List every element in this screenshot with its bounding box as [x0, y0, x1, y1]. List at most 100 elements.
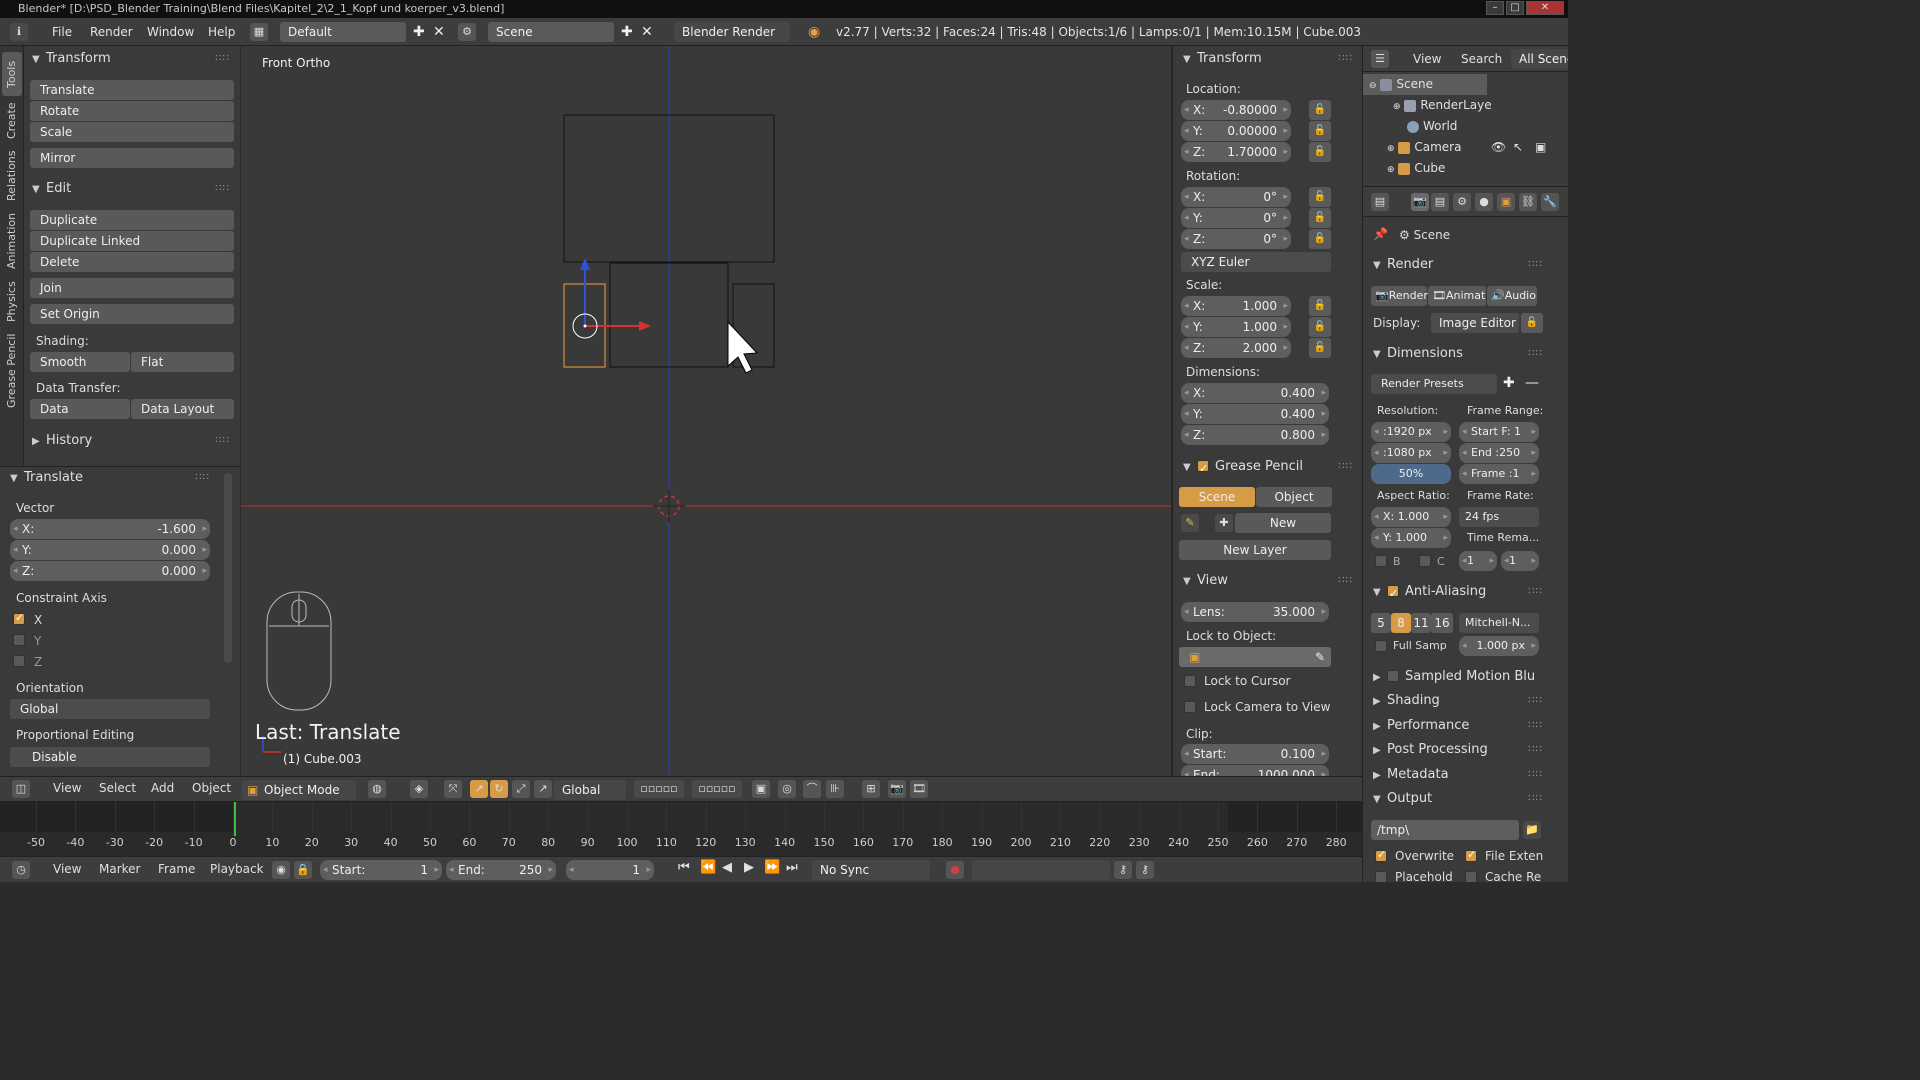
tab-create[interactable]: Create — [2, 98, 22, 144]
record-icon[interactable]: ● — [946, 861, 964, 879]
layers-group-2-icon[interactable]: ▫▫▫▫▫ — [692, 780, 742, 798]
location-x-lock-icon[interactable]: 🔓 — [1309, 100, 1331, 120]
jump-start-icon[interactable]: ⏮ — [678, 860, 690, 875]
scale-z-lock-icon[interactable]: 🔓 — [1309, 338, 1331, 358]
opengl-render-icon[interactable]: ⊞ — [862, 780, 880, 798]
lens-field[interactable]: ◂ Lens: 35.000 ▸ — [1181, 602, 1329, 622]
vector-y-field[interactable]: ◂ Y: 0.000 ▸ — [10, 540, 210, 560]
render-button[interactable]: 📷Render — [1371, 286, 1428, 306]
gp-new-button[interactable]: New — [1235, 513, 1331, 533]
mirror-button[interactable]: Mirror — [30, 148, 234, 168]
frame-end-field[interactable]: ◂ End :250 ▸ — [1459, 443, 1539, 463]
render-still-icon[interactable]: 📷 — [888, 780, 906, 798]
location-x-field[interactable]: ◂ X: -0.80000 ▸ — [1181, 100, 1291, 120]
outliner-row-world[interactable]: World — [1363, 116, 1568, 137]
border-checkbox[interactable] — [1375, 555, 1387, 567]
add-scene-icon[interactable]: ✚ — [621, 22, 633, 42]
aa-filter-size-field[interactable]: ◂ 1.000 px ▸ — [1459, 636, 1539, 656]
current-frame-line[interactable] — [234, 802, 236, 836]
play-icon[interactable]: ▶ — [744, 860, 754, 875]
time-old-field[interactable]: ◂ 1 ▸ — [1459, 551, 1497, 571]
translate-manipulator-icon[interactable]: ↗ — [470, 780, 488, 798]
menu-file[interactable]: File — [52, 25, 72, 39]
transform-orientation-select[interactable]: Global — [554, 780, 626, 800]
layers-group-1-icon[interactable]: ▫▫▫▫▫ — [634, 780, 684, 798]
outliner-editor-icon[interactable]: ☰ — [1371, 50, 1389, 68]
gp-object-button[interactable]: Object — [1256, 487, 1332, 507]
snap-icon[interactable]: ⌒ — [803, 780, 821, 798]
resolution-percent-slider[interactable]: 50% — [1371, 464, 1451, 484]
rotate-manipulator-icon[interactable]: ↻ — [490, 780, 508, 798]
transform-panel-header[interactable]: ▼ Transform ∷∷ — [28, 48, 236, 70]
3d-viewport[interactable]: Front Ortho Last: Translate (1) Cube.003 — [241, 46, 1171, 776]
aa-8-button[interactable]: 8 — [1391, 613, 1411, 633]
clip-start-field[interactable]: ◂ Start: 0.100 ▸ — [1181, 744, 1329, 764]
add-preset-icon[interactable]: ✚ — [1503, 373, 1515, 393]
scene-field[interactable]: Scene — [488, 22, 614, 42]
dimension-y-field[interactable]: ◂ Y: 0.400 ▸ — [1181, 404, 1329, 424]
menu-render[interactable]: Render — [90, 25, 133, 39]
shading-panel-header[interactable]: ▶ Shading ∷∷ — [1369, 690, 1549, 712]
pin-icon[interactable]: 📌 — [1373, 227, 1388, 241]
jump-key-back-icon[interactable]: ⏪ — [700, 860, 716, 875]
audio-button[interactable]: 🔊Audio — [1487, 286, 1537, 306]
modifiers-tab-icon[interactable]: 🔧 — [1541, 193, 1559, 211]
metadata-panel-header[interactable]: ▶ Metadata ∷∷ — [1369, 764, 1549, 786]
outliner-row-renderlayers[interactable]: ⊕ RenderLaye — [1363, 95, 1568, 116]
motion-blur-header[interactable]: ▶ Sampled Motion Blu — [1369, 666, 1568, 688]
scale-x-lock-icon[interactable]: 🔓 — [1309, 296, 1331, 316]
edit-panel-header[interactable]: ▼ Edit ∷∷ — [28, 178, 236, 200]
marker-menu[interactable]: Marker — [99, 862, 140, 876]
mode-select[interactable]: ▣ Object Mode — [242, 780, 356, 800]
output-path-field[interactable]: /tmp\ — [1371, 820, 1519, 840]
screen-layout-icon[interactable]: ▦ — [250, 23, 268, 41]
menu-window[interactable]: Window — [147, 25, 194, 39]
render-presets-select[interactable]: Render Presets — [1371, 374, 1497, 394]
info-editor-icon[interactable]: ℹ — [10, 23, 28, 41]
frame-rate-select[interactable]: 24 fps — [1459, 507, 1539, 527]
crop-checkbox[interactable] — [1419, 555, 1431, 567]
pivot-point-icon[interactable]: ◈ — [410, 780, 428, 798]
view-panel-header[interactable]: ▼ View ∷∷ — [1179, 570, 1359, 592]
close-icon[interactable]: ✕ — [1526, 1, 1564, 15]
constraint-z-checkbox[interactable] — [13, 655, 25, 667]
start-frame-field[interactable]: ◂ Start: 1 ▸ — [320, 860, 442, 880]
insert-keyframe-icon[interactable]: ⚷ — [1114, 861, 1132, 879]
render-panel-header[interactable]: ▼ Render ∷∷ — [1369, 254, 1549, 276]
display-select[interactable]: Image Editor — [1431, 313, 1519, 333]
frame-start-field[interactable]: ◂ Start F: 1 ▸ — [1459, 422, 1539, 442]
sync-mode-select[interactable]: No Sync — [812, 860, 930, 880]
aa-5-button[interactable]: 5 — [1371, 613, 1391, 633]
rotation-x-lock-icon[interactable]: 🔓 — [1309, 187, 1331, 207]
rotation-z-field[interactable]: ◂ Z: 0° ▸ — [1181, 229, 1291, 249]
operator-panel-header[interactable]: ▼ Translate ∷∷ — [6, 467, 216, 489]
pencil-icon[interactable]: ✎ — [1181, 514, 1199, 532]
rotation-y-lock-icon[interactable]: 🔓 — [1309, 208, 1331, 228]
tab-physics[interactable]: Physics — [2, 276, 22, 328]
outliner-filter-select[interactable]: All Scenes — [1511, 49, 1568, 69]
outliner-row-cube[interactable]: ⊕ Cube — [1363, 158, 1568, 179]
scene-icon[interactable]: ⚙ — [458, 23, 476, 41]
output-panel-header[interactable]: ▼ Output ∷∷ — [1369, 788, 1549, 810]
view-menu[interactable]: View — [53, 781, 81, 795]
scale-y-lock-icon[interactable]: 🔓 — [1309, 317, 1331, 337]
tab-animation[interactable]: Animation — [2, 208, 22, 274]
outliner-row-camera[interactable]: ⊕ Camera 👁 ↖ ▣ — [1363, 137, 1568, 158]
duplicate-button[interactable]: Duplicate — [30, 210, 234, 230]
scale-x-field[interactable]: ◂ X: 1.000 ▸ — [1181, 296, 1291, 316]
smooth-button[interactable]: Smooth — [30, 352, 130, 372]
aa-11-button[interactable]: 11 — [1411, 613, 1431, 633]
vector-x-field[interactable]: ◂ X: -1.600 ▸ — [10, 519, 210, 539]
keying-icon[interactable]: ◉ — [272, 861, 290, 879]
render-anim-icon[interactable]: 🎞 — [910, 780, 928, 798]
timeline-view-menu[interactable]: View — [53, 862, 81, 876]
gp-new-layer-button[interactable]: New Layer — [1179, 540, 1331, 560]
delete-keyframe-icon[interactable]: ⚷ — [1136, 861, 1154, 879]
duplicate-linked-button[interactable]: Duplicate Linked — [30, 231, 234, 251]
constraint-y-checkbox[interactable] — [13, 634, 25, 646]
operator-scrollbar[interactable] — [224, 473, 232, 663]
file-extensions-checkbox[interactable] — [1465, 848, 1477, 862]
join-button[interactable]: Join — [30, 278, 234, 298]
time-new-field[interactable]: ◂ 1 ▸ — [1501, 551, 1539, 571]
render-tab-icon[interactable]: 📷 — [1411, 193, 1429, 211]
